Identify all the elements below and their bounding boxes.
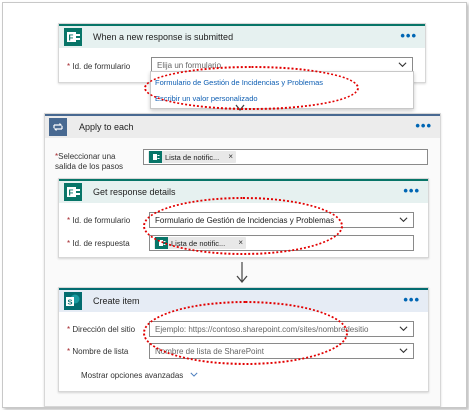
get-response-form-label: * Id. de formulario — [67, 216, 130, 225]
apply-output-label-line2: salida de los pasos — [55, 162, 124, 171]
chevron-down-icon[interactable] — [189, 371, 198, 378]
connector-arrow-icon — [236, 262, 248, 284]
show-advanced-options[interactable]: Mostrar opciones avanzadas — [81, 371, 198, 380]
site-address-label-text: Dirección del sitio — [72, 325, 136, 334]
list-name-label-text: Nombre de lista — [72, 347, 129, 356]
apply-to-each-menu-icon[interactable]: ••• — [415, 118, 432, 133]
sharepoint-icon: S — [63, 291, 83, 311]
get-response-title: Get response details — [93, 187, 176, 197]
flow-designer-canvas: F When a new response is submitted ••• *… — [2, 2, 467, 408]
close-icon[interactable]: × — [228, 152, 233, 161]
svg-text:S: S — [68, 298, 73, 307]
required-mark: * — [67, 62, 71, 71]
chevron-down-icon[interactable] — [399, 324, 408, 333]
required-mark: * — [67, 347, 71, 356]
loop-icon — [49, 118, 67, 136]
token-chip[interactable]: Lista de notific... × — [148, 151, 236, 163]
chevron-down-icon[interactable] — [399, 346, 408, 355]
annotation-oval-create-item — [143, 301, 348, 365]
forms-icon: F — [63, 27, 83, 47]
forms-icon: F — [63, 182, 83, 202]
svg-text:F: F — [69, 34, 74, 43]
get-response-id-label: * Id. de respuesta — [67, 239, 130, 248]
trigger-form-label-text: Id. de formulario — [72, 62, 131, 71]
forms-token-icon — [149, 151, 162, 163]
get-response-menu-icon[interactable]: ••• — [403, 183, 420, 198]
annotation-oval-dropdown — [144, 66, 359, 110]
required-mark: * — [67, 239, 71, 248]
trigger-menu-icon[interactable]: ••• — [400, 28, 417, 43]
show-advanced-options-text[interactable]: Mostrar opciones avanzadas — [81, 371, 183, 380]
apply-to-each-header[interactable]: Apply to each ••• — [45, 114, 440, 138]
required-mark: * — [67, 216, 71, 225]
svg-text:F: F — [69, 189, 74, 198]
trigger-title: When a new response is submitted — [93, 32, 234, 42]
apply-to-each-title: Apply to each — [79, 122, 134, 132]
create-item-title: Create item — [93, 296, 140, 306]
token-chip-text: Lista de notific... — [165, 153, 220, 162]
annotation-oval-get-response — [143, 197, 343, 255]
get-response-form-label-text: Id. de formulario — [72, 216, 131, 225]
site-address-label: * Dirección del sitio — [67, 325, 135, 334]
apply-output-label: *Seleccionar una salida de los pasos — [55, 152, 123, 172]
trigger-form-label: * Id. de formulario — [67, 62, 130, 71]
required-mark: * — [67, 325, 71, 334]
chevron-down-icon[interactable] — [399, 215, 408, 224]
trigger-header[interactable]: F When a new response is submitted ••• — [59, 24, 425, 48]
list-name-label: * Nombre de lista — [67, 347, 128, 356]
get-response-id-label-text: Id. de respuesta — [72, 239, 130, 248]
chevron-down-icon[interactable] — [398, 60, 407, 69]
create-item-menu-icon[interactable]: ••• — [403, 292, 420, 307]
apply-output-label-line1: Seleccionar una — [58, 152, 116, 161]
apply-output-field[interactable]: Lista de notific... × — [143, 149, 428, 165]
